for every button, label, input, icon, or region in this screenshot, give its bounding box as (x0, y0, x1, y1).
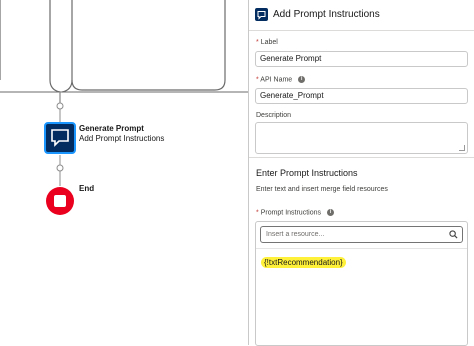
field-label-text: Label (260, 39, 278, 46)
connector-dot[interactable] (56, 102, 64, 110)
field-label-text: API Name (260, 76, 293, 84)
required-mark: * (256, 76, 259, 84)
stop-icon (54, 195, 66, 207)
node-title: Generate Prompt (79, 124, 144, 133)
panel-header: Add Prompt Instructions (249, 0, 474, 31)
search-icon[interactable] (449, 230, 458, 239)
label-input[interactable]: Generate Prompt (255, 51, 468, 67)
section-title: Enter Prompt Instructions (256, 168, 358, 178)
field-label-text: Prompt Instructions (260, 209, 321, 217)
flow-connectors (0, 0, 248, 215)
api-name-input[interactable]: Generate_Prompt (255, 88, 468, 104)
description-field-label: Description (256, 112, 291, 119)
generate-prompt-node[interactable] (44, 122, 76, 154)
node-title: End (79, 184, 95, 193)
node-subtitle: Add Prompt Instructions (79, 134, 165, 143)
merge-field-text[interactable]: {!txtRecommendation} (261, 257, 346, 268)
properties-panel: Add Prompt Instructions * Label Generate… (249, 0, 474, 346)
field-label-text: Description (256, 112, 292, 119)
api-name-field-label: * API Name i (256, 76, 306, 84)
prompt-icon (255, 8, 268, 21)
description-textarea[interactable] (255, 122, 468, 154)
required-mark: * (256, 39, 259, 46)
prompt-instructions-section: Enter Prompt Instructions Enter text and… (249, 157, 474, 346)
search-placeholder: Insert a resource... (266, 231, 325, 238)
panel-title: Add Prompt Instructions (273, 9, 380, 20)
prompt-instructions-label: * Prompt Instructions i (256, 209, 334, 216)
resize-handle-icon[interactable] (459, 145, 465, 151)
section-description: Enter text and insert merge field resour… (256, 186, 388, 193)
end-node-label: End (79, 184, 94, 194)
prompt-editor[interactable]: Insert a resource... {!txtRecommendation… (255, 221, 468, 346)
info-icon[interactable]: i (326, 209, 334, 216)
connector-dot[interactable] (56, 164, 64, 172)
required-mark: * (256, 209, 259, 217)
flow-canvas[interactable]: Generate Prompt Add Prompt Instructions … (0, 0, 248, 345)
editor-toolbar: Insert a resource... (256, 222, 467, 249)
info-icon[interactable]: i (298, 76, 306, 83)
resource-search-input[interactable]: Insert a resource... (260, 226, 463, 243)
label-field-label: * Label (256, 39, 278, 46)
generate-prompt-node-label: Generate Prompt Add Prompt Instructions (79, 124, 164, 144)
